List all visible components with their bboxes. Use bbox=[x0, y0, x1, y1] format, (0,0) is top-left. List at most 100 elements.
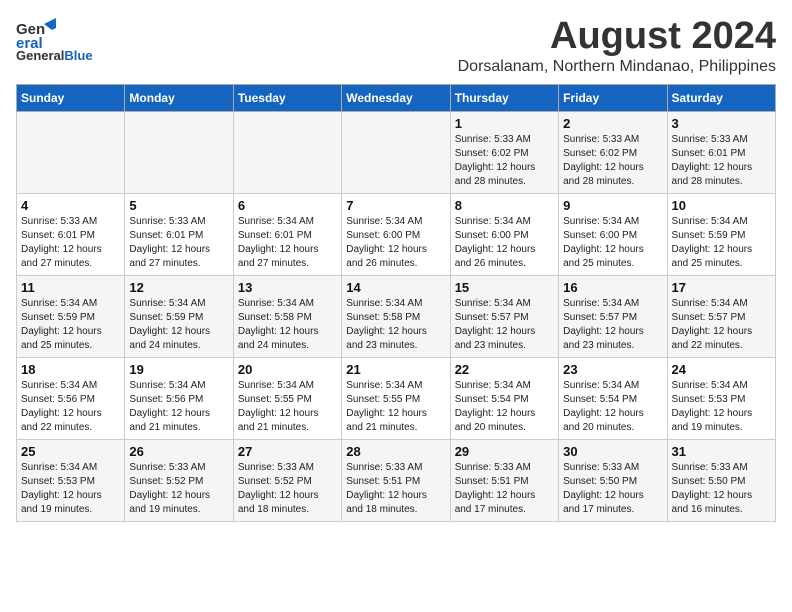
day-number: 28 bbox=[346, 444, 445, 459]
calendar-cell: 15 Sunrise: 5:34 AM Sunset: 5:57 PM Dayli… bbox=[450, 275, 558, 357]
day-info: Sunrise: 5:34 AM Sunset: 5:55 PM Dayligh… bbox=[238, 379, 337, 435]
day-number: 30 bbox=[563, 444, 662, 459]
logo-icon: Gen eral bbox=[16, 16, 56, 52]
calendar-cell: 14Sunrise: 5:34 AM Sunset: 5:58 PM Dayli… bbox=[342, 275, 450, 357]
day-info: Sunrise: 5:34 AM Sunset: 5:59 PM Dayligh… bbox=[129, 297, 228, 353]
day-number: 21 bbox=[346, 362, 445, 377]
calendar-cell: 30 Sunrise: 5:33 AM Sunset: 5:50 PM Dayli… bbox=[559, 439, 667, 521]
calendar-cell: 21 Sunrise: 5:34 AM Sunset: 5:55 PM Dayli… bbox=[342, 357, 450, 439]
day-number: 2 bbox=[563, 116, 662, 131]
title-block: August 2024 Dorsalanam, Northern Mindana… bbox=[458, 16, 776, 76]
day-number: 3 bbox=[672, 116, 771, 131]
calendar-cell: 8 Sunrise: 5:34 AM Sunset: 6:00 PM Daylig… bbox=[450, 193, 558, 275]
day-info: Sunrise: 5:34 AM Sunset: 5:54 PM Dayligh… bbox=[455, 379, 554, 435]
day-number: 8 bbox=[455, 198, 554, 213]
calendar-cell: 1Sunrise: 5:33 AM Sunset: 6:02 PM Daylig… bbox=[450, 111, 558, 193]
calendar-week-row: 4 Sunrise: 5:33 AM Sunset: 6:01 PM Daylig… bbox=[17, 193, 776, 275]
day-info: Sunrise: 5:34 AM Sunset: 5:59 PM Dayligh… bbox=[672, 215, 771, 271]
day-info: Sunrise: 5:34 AM Sunset: 6:00 PM Dayligh… bbox=[563, 215, 662, 271]
calendar-cell: 29Sunrise: 5:33 AM Sunset: 5:51 PM Dayli… bbox=[450, 439, 558, 521]
calendar-cell: 22 Sunrise: 5:34 AM Sunset: 5:54 PM Dayli… bbox=[450, 357, 558, 439]
day-info: Sunrise: 5:34 AM Sunset: 5:59 PM Dayligh… bbox=[21, 297, 120, 353]
location: Dorsalanam, Northern Mindanao, Philippin… bbox=[458, 58, 776, 76]
day-info: Sunrise: 5:34 AM Sunset: 5:57 PM Dayligh… bbox=[455, 297, 554, 353]
day-info: Sunrise: 5:33 AM Sunset: 6:02 PM Dayligh… bbox=[563, 133, 662, 189]
calendar-cell bbox=[125, 111, 233, 193]
day-info: Sunrise: 5:34 AM Sunset: 5:58 PM Dayligh… bbox=[346, 297, 445, 353]
day-number: 10 bbox=[672, 198, 771, 213]
day-number: 9 bbox=[563, 198, 662, 213]
day-info: Sunrise: 5:33 AM Sunset: 6:01 PM Dayligh… bbox=[129, 215, 228, 271]
calendar-cell: 3Sunrise: 5:33 AM Sunset: 6:01 PM Daylig… bbox=[667, 111, 775, 193]
day-info: Sunrise: 5:33 AM Sunset: 5:52 PM Dayligh… bbox=[129, 461, 228, 517]
day-info: Sunrise: 5:33 AM Sunset: 5:51 PM Dayligh… bbox=[455, 461, 554, 517]
day-number: 20 bbox=[238, 362, 337, 377]
calendar-header: SundayMondayTuesdayWednesdayThursdayFrid… bbox=[17, 84, 776, 111]
calendar-cell: 16Sunrise: 5:34 AM Sunset: 5:57 PM Dayli… bbox=[559, 275, 667, 357]
calendar-cell: 25 Sunrise: 5:34 AM Sunset: 5:53 PM Dayli… bbox=[17, 439, 125, 521]
day-number: 25 bbox=[21, 444, 120, 459]
calendar-cell: 7Sunrise: 5:34 AM Sunset: 6:00 PM Daylig… bbox=[342, 193, 450, 275]
day-number: 15 bbox=[455, 280, 554, 295]
day-info: Sunrise: 5:34 AM Sunset: 6:00 PM Dayligh… bbox=[455, 215, 554, 271]
calendar-week-row: 11 Sunrise: 5:34 AM Sunset: 5:59 PM Dayli… bbox=[17, 275, 776, 357]
day-info: Sunrise: 5:34 AM Sunset: 5:55 PM Dayligh… bbox=[346, 379, 445, 435]
calendar-cell: 20 Sunrise: 5:34 AM Sunset: 5:55 PM Dayli… bbox=[233, 357, 341, 439]
calendar-week-row: 1 Sunrise: 5:33 AM Sunset: 6:02 PM Daylig… bbox=[17, 111, 776, 193]
calendar-cell: 11 Sunrise: 5:34 AM Sunset: 5:59 PM Dayli… bbox=[17, 275, 125, 357]
day-info: Sunrise: 5:34 AM Sunset: 5:58 PM Dayligh… bbox=[238, 297, 337, 353]
calendar-cell: 10 Sunrise: 5:34 AM Sunset: 5:59 PM Dayli… bbox=[667, 193, 775, 275]
day-number: 12 bbox=[129, 280, 228, 295]
day-info: Sunrise: 5:34 AM Sunset: 5:53 PM Dayligh… bbox=[672, 379, 771, 435]
day-info: Sunrise: 5:34 AM Sunset: 5:56 PM Dayligh… bbox=[129, 379, 228, 435]
calendar-cell: 31Sunrise: 5:33 AM Sunset: 5:50 PM Dayli… bbox=[667, 439, 775, 521]
calendar-cell: 17 Sunrise: 5:34 AM Sunset: 5:57 PM Dayli… bbox=[667, 275, 775, 357]
day-number: 4 bbox=[21, 198, 120, 213]
calendar-cell: 4 Sunrise: 5:33 AM Sunset: 6:01 PM Daylig… bbox=[17, 193, 125, 275]
day-info: Sunrise: 5:34 AM Sunset: 6:01 PM Dayligh… bbox=[238, 215, 337, 271]
day-info: Sunrise: 5:34 AM Sunset: 5:53 PM Dayligh… bbox=[21, 461, 120, 517]
day-number: 18 bbox=[21, 362, 120, 377]
day-info: Sunrise: 5:34 AM Sunset: 5:57 PM Dayligh… bbox=[672, 297, 771, 353]
calendar-body: 1 Sunrise: 5:33 AM Sunset: 6:02 PM Daylig… bbox=[17, 111, 776, 521]
day-number: 17 bbox=[672, 280, 771, 295]
calendar-cell: 19 Sunrise: 5:34 AM Sunset: 5:56 PM Dayli… bbox=[125, 357, 233, 439]
weekday-header: Friday bbox=[559, 84, 667, 111]
weekday-header: Saturday bbox=[667, 84, 775, 111]
weekday-row: SundayMondayTuesdayWednesdayThursdayFrid… bbox=[17, 84, 776, 111]
weekday-header: Thursday bbox=[450, 84, 558, 111]
day-number: 5 bbox=[129, 198, 228, 213]
calendar-week-row: 25 Sunrise: 5:34 AM Sunset: 5:53 PM Dayli… bbox=[17, 439, 776, 521]
day-number: 1 bbox=[455, 116, 554, 131]
day-info: Sunrise: 5:33 AM Sunset: 6:01 PM Dayligh… bbox=[21, 215, 120, 271]
day-number: 24 bbox=[672, 362, 771, 377]
day-number: 11 bbox=[21, 280, 120, 295]
calendar-cell: 2 Sunrise: 5:33 AM Sunset: 6:02 PM Daylig… bbox=[559, 111, 667, 193]
month-title: August 2024 bbox=[458, 16, 776, 58]
day-info: Sunrise: 5:33 AM Sunset: 5:52 PM Dayligh… bbox=[238, 461, 337, 517]
calendar-cell: 6 Sunrise: 5:34 AM Sunset: 6:01 PM Daylig… bbox=[233, 193, 341, 275]
page-header: Gen eral GeneralBlue August 2024 Dorsala… bbox=[16, 16, 776, 76]
day-number: 19 bbox=[129, 362, 228, 377]
logo: Gen eral GeneralBlue bbox=[16, 16, 93, 63]
day-number: 27 bbox=[238, 444, 337, 459]
day-number: 22 bbox=[455, 362, 554, 377]
day-info: Sunrise: 5:34 AM Sunset: 5:56 PM Dayligh… bbox=[21, 379, 120, 435]
weekday-header: Sunday bbox=[17, 84, 125, 111]
calendar-cell: 24 Sunrise: 5:34 AM Sunset: 5:53 PM Dayli… bbox=[667, 357, 775, 439]
calendar-cell: 26 Sunrise: 5:33 AM Sunset: 5:52 PM Dayli… bbox=[125, 439, 233, 521]
calendar-week-row: 18 Sunrise: 5:34 AM Sunset: 5:56 PM Dayli… bbox=[17, 357, 776, 439]
calendar-cell bbox=[342, 111, 450, 193]
calendar-cell bbox=[233, 111, 341, 193]
day-number: 16 bbox=[563, 280, 662, 295]
day-info: Sunrise: 5:33 AM Sunset: 5:50 PM Dayligh… bbox=[563, 461, 662, 517]
day-number: 13 bbox=[238, 280, 337, 295]
day-number: 26 bbox=[129, 444, 228, 459]
weekday-header: Tuesday bbox=[233, 84, 341, 111]
calendar-cell: 27 Sunrise: 5:33 AM Sunset: 5:52 PM Dayli… bbox=[233, 439, 341, 521]
calendar-cell: 9 Sunrise: 5:34 AM Sunset: 6:00 PM Daylig… bbox=[559, 193, 667, 275]
day-number: 31 bbox=[672, 444, 771, 459]
day-number: 6 bbox=[238, 198, 337, 213]
calendar-cell: 12 Sunrise: 5:34 AM Sunset: 5:59 PM Dayli… bbox=[125, 275, 233, 357]
calendar-cell: 18 Sunrise: 5:34 AM Sunset: 5:56 PM Dayli… bbox=[17, 357, 125, 439]
